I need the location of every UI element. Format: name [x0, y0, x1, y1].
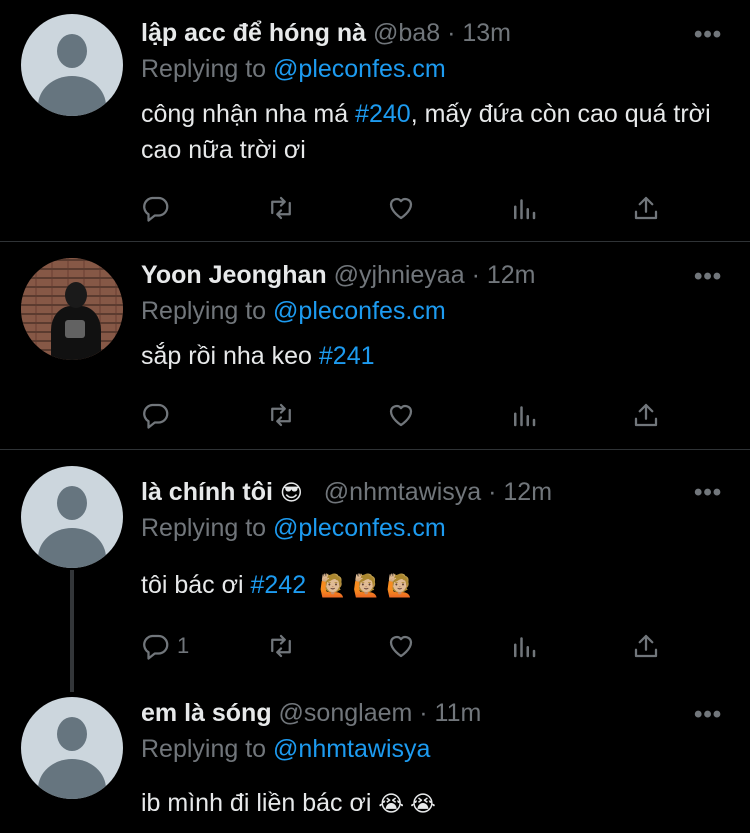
share-icon [634, 403, 658, 427]
crying-face-emoji: 😭 😭 [378, 791, 436, 816]
replying-to: Replying to @pleconfes.cm [141, 514, 446, 542]
display-name[interactable]: là chính tôi [141, 478, 273, 506]
more-icon[interactable]: ••• [694, 703, 722, 727]
default-avatar-head [57, 34, 87, 68]
handle[interactable]: @yjhnieyaa [334, 261, 465, 289]
tweet-header: em là sóng @songlaem · 11m [141, 698, 481, 728]
sunglasses-emoji: 😎 [279, 480, 303, 505]
avatar[interactable] [21, 466, 123, 568]
default-avatar-body [38, 528, 106, 568]
avatar[interactable] [21, 14, 123, 116]
tweet-text: sắp rồi nha keo #241 [141, 342, 375, 370]
like-icon [389, 635, 413, 658]
hashtag-link[interactable]: #242 [251, 571, 307, 599]
views-icon [514, 199, 536, 220]
reply-icon [143, 403, 169, 429]
views-button[interactable] [509, 629, 539, 663]
more-icon[interactable]: ••• [694, 23, 722, 47]
timestamp[interactable]: · 13m [447, 19, 511, 47]
retweet-button[interactable] [266, 398, 296, 432]
tweet-header: lập acc để hóng nà @ba8 · 13m [141, 18, 511, 48]
display-name[interactable]: lập acc để hóng nà [141, 19, 366, 47]
default-avatar-head [57, 486, 87, 520]
hashtag-link[interactable]: #240 [355, 100, 411, 128]
thread-connector-line [70, 570, 74, 692]
tweet-actions [141, 191, 681, 225]
handle[interactable]: @nhmtawisya [324, 478, 481, 506]
share-button[interactable] [631, 191, 661, 225]
reply-icon [143, 196, 169, 222]
like-button[interactable] [386, 398, 416, 432]
reply-mention-link[interactable]: @nhmtawisya [273, 735, 430, 763]
tweet-actions: 1 [141, 629, 681, 663]
share-icon [634, 196, 658, 220]
reply-icon [143, 634, 169, 660]
share-button[interactable] [631, 398, 661, 432]
display-name[interactable]: em là sóng [141, 699, 272, 727]
reply-button[interactable] [141, 398, 171, 432]
share-button[interactable] [631, 629, 661, 663]
reply-count: 1 [177, 633, 190, 658]
reply-button[interactable]: 1 [141, 629, 189, 663]
reply-mention-link[interactable]: @pleconfes.cm [273, 55, 446, 83]
replying-to: Replying to @nhmtawisya [141, 735, 431, 763]
timestamp[interactable]: · 12m [488, 478, 552, 506]
timestamp[interactable]: · 12m [472, 261, 536, 289]
avatar-photo-shirt-print [65, 320, 85, 338]
share-icon [634, 634, 658, 658]
tweet-text: công nhận nha má #240, mấy đứa còn cao q… [141, 100, 711, 164]
divider [0, 241, 750, 242]
reply-button[interactable] [141, 191, 171, 225]
timestamp[interactable]: · 11m [419, 699, 481, 727]
more-icon[interactable]: ••• [694, 481, 722, 505]
views-button[interactable] [509, 191, 539, 225]
tweet-text: ib mình đi liền bác ơi 😭 😭 [141, 785, 721, 822]
reply-mention-link[interactable]: @pleconfes.cm [273, 514, 446, 542]
handle[interactable]: @songlaem [279, 699, 413, 727]
replying-to: Replying to @pleconfes.cm [141, 297, 446, 325]
retweet-button[interactable] [266, 191, 296, 225]
tweet-header: Yoon Jeonghan @yjhnieyaa · 12m [141, 260, 535, 290]
views-icon [514, 406, 536, 427]
hashtag-link[interactable]: #241 [319, 342, 375, 370]
retweet-icon [271, 403, 291, 427]
views-icon [514, 637, 536, 658]
raising-hand-emoji: 🙋🏼 🙋🏼 🙋🏼 [319, 573, 414, 598]
like-button[interactable] [386, 629, 416, 663]
reply-mention-link[interactable]: @pleconfes.cm [273, 297, 446, 325]
tweet-header: là chính tôi 😎 @nhmtawisya · 12m [141, 477, 552, 508]
tweet-actions [141, 398, 681, 432]
divider [0, 449, 750, 450]
avatar[interactable] [21, 697, 123, 799]
avatar-photo-head [65, 282, 87, 308]
like-icon [389, 404, 413, 427]
default-avatar-head [57, 717, 87, 751]
retweet-icon [271, 196, 291, 220]
handle[interactable]: @ba8 [373, 19, 440, 47]
tweet-text: tôi bác ơi #242 🙋🏼 🙋🏼 🙋🏼 [141, 567, 721, 604]
default-avatar-body [38, 759, 106, 799]
retweet-icon [271, 634, 291, 658]
replying-to: Replying to @pleconfes.cm [141, 55, 446, 83]
default-avatar-body [38, 76, 106, 116]
avatar[interactable] [21, 258, 123, 360]
retweet-button[interactable] [266, 629, 296, 663]
views-button[interactable] [509, 398, 539, 432]
like-icon [389, 197, 413, 220]
like-button[interactable] [386, 191, 416, 225]
more-icon[interactable]: ••• [694, 265, 722, 289]
display-name[interactable]: Yoon Jeonghan [141, 261, 327, 289]
